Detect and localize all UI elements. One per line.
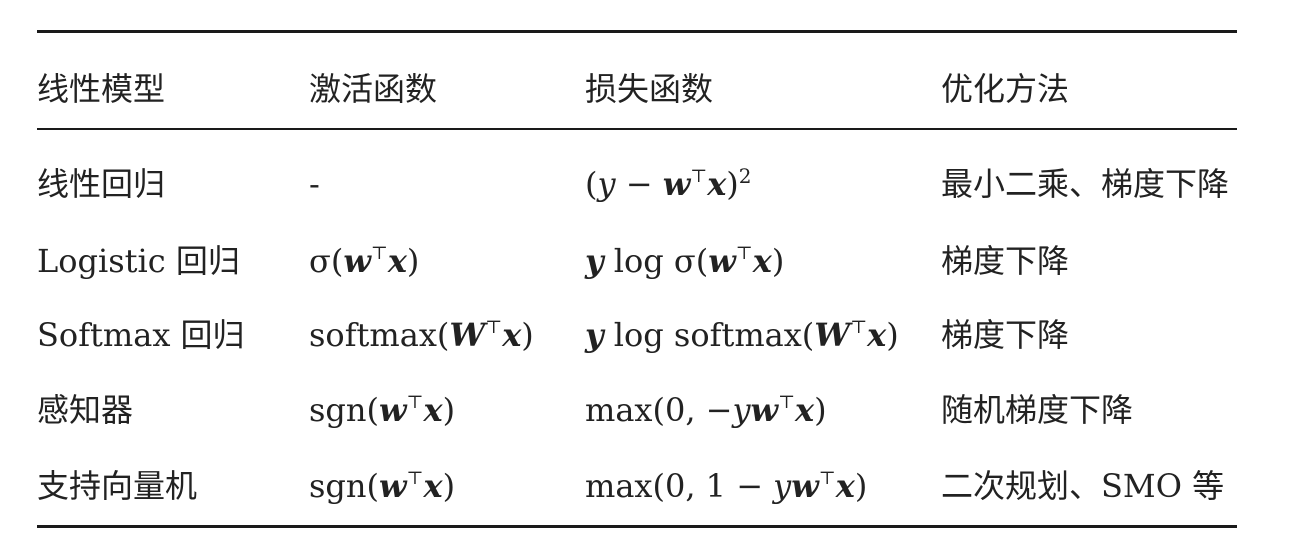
row2-loss: y log σ(w⊤x): [585, 242, 785, 280]
row5-optimization: 二次规划、SMO 等: [941, 467, 1225, 505]
header-optimization: 优化方法: [941, 70, 1070, 108]
header-activation: 激活函数: [309, 70, 438, 108]
header-loss: 损失函数: [585, 70, 714, 108]
table-top-rule: [37, 30, 1237, 33]
table-bottom-rule: [37, 525, 1237, 528]
row3-optimization: 梯度下降: [941, 316, 1070, 354]
row4-loss: max(0, −yw⊤x): [585, 391, 827, 429]
row3-activation: softmax(W⊤x): [309, 316, 534, 354]
row1-loss: (y − w⊤x)2: [585, 164, 752, 203]
row1-optimization: 最小二乘、梯度下降: [941, 165, 1230, 203]
row1-activation: -: [309, 165, 320, 203]
row5-loss: max(0, 1 − yw⊤x): [585, 467, 868, 505]
row2-model: Logistic 回归: [37, 242, 240, 280]
row4-model: 感知器: [37, 391, 134, 429]
row1-model: 线性回归: [37, 165, 166, 203]
row4-activation: sgn(w⊤x): [309, 391, 456, 429]
header-linear-model: 线性模型: [37, 70, 166, 108]
row3-model: Softmax 回归: [37, 316, 245, 354]
row2-optimization: 梯度下降: [941, 242, 1070, 280]
row4-optimization: 随机梯度下降: [941, 391, 1134, 429]
row5-activation: sgn(w⊤x): [309, 467, 456, 505]
row3-loss: y log softmax(W⊤x): [585, 316, 899, 354]
row2-activation: σ(w⊤x): [309, 242, 420, 280]
row5-model: 支持向量机: [37, 467, 198, 505]
table-header-rule: [37, 128, 1237, 130]
